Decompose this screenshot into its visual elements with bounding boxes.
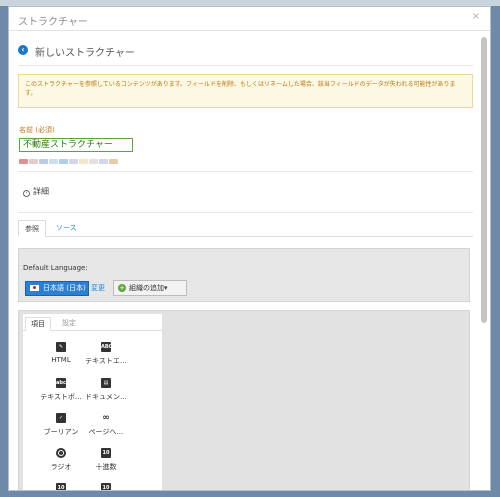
flag-icon[interactable]: [109, 159, 118, 164]
close-icon[interactable]: ×: [472, 11, 480, 22]
field-type-label: ページへ…: [88, 428, 124, 436]
details-toggle[interactable]: › 詳細: [23, 186, 49, 197]
plus-icon: +: [118, 284, 126, 292]
document-icon: ▤: [101, 378, 111, 388]
modal-title: ストラクチャー: [18, 17, 88, 28]
integer-icon: 10: [56, 483, 66, 491]
flag-icon[interactable]: [19, 159, 28, 164]
text-area-icon: ABC: [101, 342, 113, 352]
field-type-checkbox[interactable]: ✓ ブーリアン: [38, 413, 84, 437]
section-divider: [18, 212, 473, 213]
field-type-label: テキストボ…: [40, 393, 82, 401]
field-type-decimal[interactable]: 10 十進数: [83, 448, 129, 472]
view-tabs: 参照 ソース: [18, 220, 473, 237]
modal-header: ストラクチャー ×: [9, 7, 490, 31]
field-type-label: 十進数: [95, 463, 117, 471]
radio-icon: [56, 448, 66, 458]
tab-settings[interactable]: 設定: [57, 317, 81, 331]
chevron-right-icon: ›: [23, 190, 30, 197]
japan-flag-icon: [30, 285, 39, 291]
field-type-label: ラジオ: [50, 463, 72, 471]
field-type-label: HTML: [51, 356, 71, 364]
language-button[interactable]: 日本語 (日本): [25, 281, 89, 296]
pencil-icon: ✎: [56, 342, 66, 352]
name-label: 名前 (必須): [19, 126, 55, 134]
flag-icon[interactable]: [59, 159, 68, 164]
name-input[interactable]: 不動産ストラクチャー: [19, 138, 133, 152]
page-title: 新しいストラクチャー: [35, 48, 135, 59]
arrow-left-icon[interactable]: ‹: [18, 45, 28, 55]
field-type-label: テキストエ…: [85, 357, 127, 365]
flag-icon[interactable]: [79, 159, 88, 164]
flag-icon[interactable]: [89, 159, 98, 164]
field-type-text-area[interactable]: ABC テキストエ…: [83, 342, 129, 366]
details-label: 詳細: [33, 187, 49, 196]
link-icon: ∞: [102, 413, 110, 423]
field-type-document[interactable]: ▤ ドキュメン…: [83, 378, 129, 402]
section-divider: [18, 171, 473, 172]
tab-fields[interactable]: 項目: [25, 317, 51, 331]
add-organization-button[interactable]: + 組織の追加▾: [113, 280, 187, 296]
tab-reference[interactable]: 参照: [18, 220, 46, 237]
default-language-label: Default Language:: [23, 264, 88, 272]
language-panel: Default Language: 日本語 (日本) 変更 + 組織の追加▾: [18, 248, 470, 302]
flag-icon[interactable]: [39, 159, 48, 164]
flag-icon[interactable]: [29, 159, 38, 164]
field-type-pencil[interactable]: ✎ HTML: [38, 342, 84, 364]
decimal-icon: 10: [101, 448, 111, 458]
field-type-integer[interactable]: 10: [38, 483, 84, 491]
flag-icon[interactable]: [99, 159, 108, 164]
fields-palette: 項目 設定 ✎ HTML ABC テキストエ… abc テキストボ… ▤ ドキュメン… ✓ ブーリ…: [23, 314, 162, 491]
number-icon: 10: [101, 483, 111, 491]
title-divider: [18, 65, 473, 66]
language-flags[interactable]: [19, 157, 119, 164]
field-type-number[interactable]: 10: [83, 483, 129, 491]
flag-icon[interactable]: [49, 159, 58, 164]
modal-content: ‹ 新しいストラクチャー このストラクチャーを参照しているコンテンツがあります。…: [9, 32, 482, 491]
tab-source[interactable]: ソース: [50, 220, 83, 237]
builder-area: 項目 設定 ✎ HTML ABC テキストエ… abc テキストボ… ▤ ドキュメン… ✓ ブーリ…: [18, 310, 470, 491]
checkbox-icon: ✓: [56, 413, 66, 423]
flag-icon[interactable]: [69, 159, 78, 164]
palette-tabs: 項目 設定: [23, 314, 162, 331]
structure-modal: ストラクチャー × ‹ 新しいストラクチャー このストラクチャーを参照しているコ…: [8, 6, 491, 491]
add-organization-label: 組織の追加▾: [129, 284, 168, 292]
field-type-radio[interactable]: ラジオ: [38, 448, 84, 472]
field-type-text-box[interactable]: abc テキストボ…: [38, 378, 84, 402]
language-button-label: 日本語 (日本): [43, 284, 86, 292]
warning-alert: このストラクチャーを参照しているコンテンツがあります。フィールドを削除、もしくは…: [18, 74, 473, 108]
field-type-link[interactable]: ∞ ページへ…: [83, 413, 129, 437]
field-type-label: ブーリアン: [43, 428, 79, 436]
field-type-label: ドキュメン…: [85, 393, 127, 401]
text-box-icon: abc: [56, 378, 66, 388]
change-language-link[interactable]: 変更: [91, 283, 105, 293]
